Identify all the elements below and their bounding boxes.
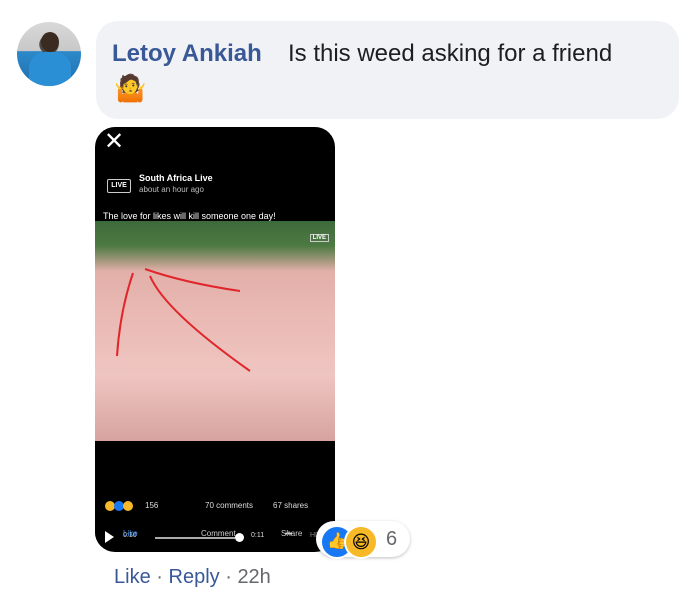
post-time: about an hour ago (139, 185, 204, 194)
page-name: South Africa Live (139, 173, 213, 183)
wow-icon (123, 501, 133, 511)
post-like-action: Like (123, 529, 138, 538)
comment-timestamp[interactable]: 22h (237, 566, 270, 588)
shares-count: 67 shares (273, 501, 309, 510)
live-badge: LIVE (309, 234, 329, 242)
post-actions: Like Comment Share (95, 527, 335, 543)
post-caption: The love for likes will kill someone one… (103, 211, 276, 221)
reactions-count: 156 (145, 501, 159, 510)
reaction-count: 6 (386, 528, 398, 550)
post-stats: 156 70 comments 67 shares (105, 501, 325, 513)
page-logo: LIVE (107, 179, 131, 193)
separator: · (156, 566, 163, 588)
comment-author-link[interactable]: Letoy Ankiah (112, 40, 262, 68)
avatar-head (41, 32, 59, 52)
reaction-summary[interactable]: 👍 😆 6 (316, 521, 410, 559)
commenter-avatar[interactable] (17, 22, 81, 86)
separator: · (225, 566, 232, 588)
reply-link[interactable]: Reply (169, 566, 220, 588)
red-annotation-lines (116, 268, 251, 372)
like-link[interactable]: Like (114, 566, 151, 588)
comments-count: 70 comments (205, 501, 254, 510)
comment-bubble: Letoy Ankiah Is this weed asking for a f… (96, 21, 679, 119)
haha-icon: 😆 (344, 525, 378, 559)
attached-screenshot[interactable]: ✕ LIVE South Africa Live about an hour a… (95, 127, 335, 552)
close-icon: ✕ (104, 128, 125, 155)
post-share-action: Share (281, 529, 303, 538)
comment-actions: Like · Reply · 22h (114, 566, 271, 589)
shrug-emoji: 🤷 (114, 73, 147, 103)
avatar-body (29, 52, 71, 86)
comment-text: Is this weed asking for a friend (288, 40, 613, 67)
post-comment-action: Comment (201, 529, 236, 538)
